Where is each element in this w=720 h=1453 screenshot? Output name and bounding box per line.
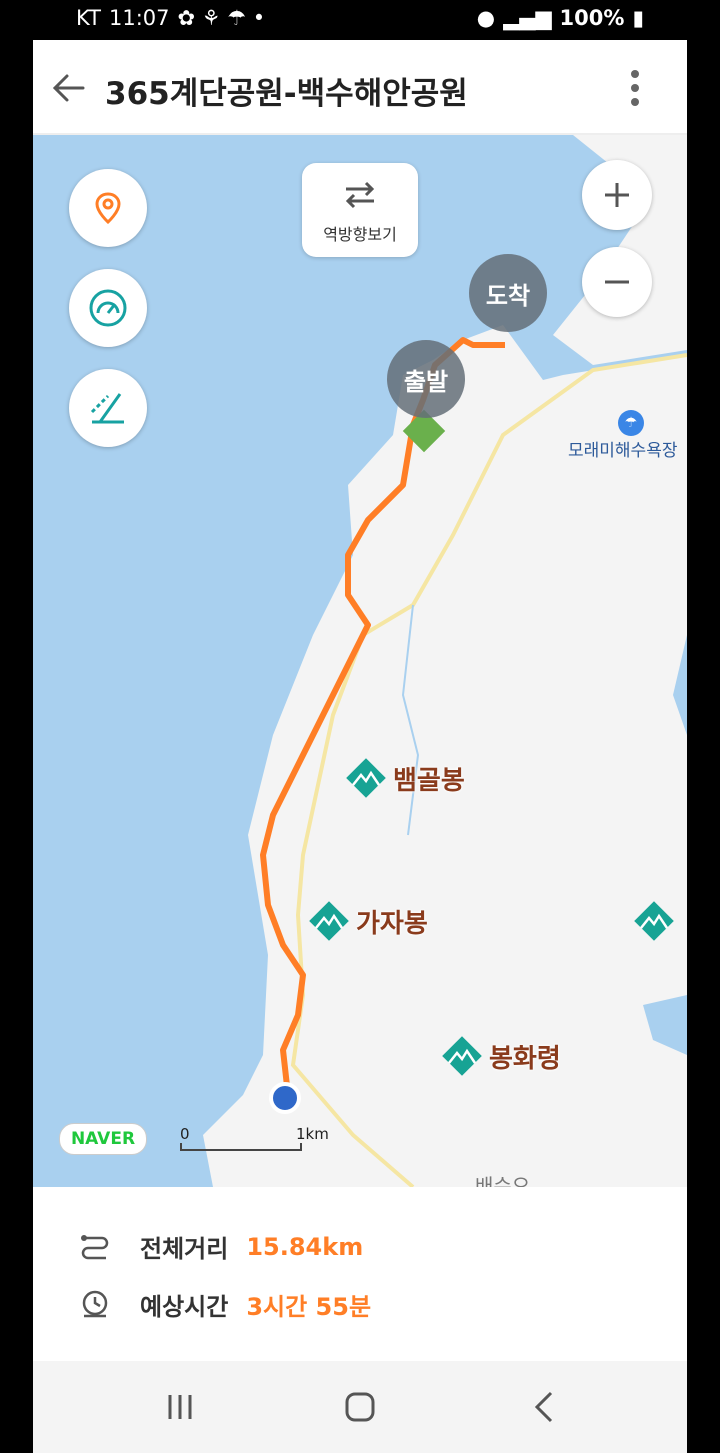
reverse-label: 역방향보기 [323, 225, 397, 244]
peak-name: 뱀골봉 [393, 765, 465, 796]
peak-marker[interactable]: 가자봉 [306, 898, 428, 944]
peak-name: 봉화령 [489, 1043, 561, 1074]
time-row: 예상시간 3시간 55분 [78, 1287, 371, 1322]
slope-button[interactable] [69, 369, 147, 447]
peak-marker-partial[interactable] [631, 898, 677, 944]
back-icon[interactable] [525, 1387, 565, 1427]
beach-name: 모래미해수욕장 [568, 441, 678, 461]
beach-icon: ☂ [618, 410, 644, 436]
plus-icon [605, 183, 629, 207]
swap-arrows-icon [345, 181, 375, 209]
distance-label: 전체거리 [140, 1235, 229, 1263]
route-icon [81, 1234, 109, 1259]
distance-row: 전체거리 15.84km [78, 1229, 363, 1264]
battery-text: 100% [559, 6, 625, 30]
peak-name: 가자봉 [356, 908, 428, 939]
naver-logo: NAVER [59, 1123, 147, 1155]
minus-icon [605, 280, 629, 284]
clock: 11:07 [108, 6, 170, 30]
carrier: KT [76, 6, 101, 30]
peak-marker[interactable]: 봉화령 [439, 1033, 561, 1079]
zoom-in-button[interactable] [582, 160, 652, 230]
start-marker[interactable]: 출발 [387, 340, 465, 418]
route-summary: 전체거리 15.84km 예상시간 3시간 55분 [33, 1187, 687, 1357]
system-nav-bar [33, 1361, 687, 1453]
location-pin-button[interactable] [69, 169, 147, 247]
slope-icon [90, 393, 124, 424]
mountain-icon [346, 758, 386, 798]
end-marker[interactable]: 도착 [469, 254, 547, 332]
reverse-direction-button[interactable]: 역방향보기 [302, 163, 418, 257]
peak-marker[interactable]: 뱀골봉 [343, 755, 465, 801]
map-label-partial: 배수오 [475, 1174, 531, 1187]
map-view[interactable]: 역방향보기 도착 출발 ☂ 모래미해수욕장 뱀골봉 가자봉 봉화령 NAVER … [33, 135, 687, 1187]
speedometer-icon [89, 289, 127, 327]
zoom-out-button[interactable] [582, 247, 652, 317]
notification-icon: ✿ ⚘ ☂ • [177, 6, 266, 30]
scale-bar [180, 1143, 302, 1151]
battery-icon: ▮ [632, 6, 644, 30]
mountain-icon [634, 901, 674, 941]
distance-value: 15.84km [246, 1232, 364, 1261]
page-title: 365계단공원-백수해안공원 [105, 76, 468, 112]
current-location-icon [269, 1082, 301, 1114]
app-window: 365계단공원-백수해안공원 역방향보기 도착 출발 ☂ 모래미해수욕장 뱀골봉… [33, 40, 687, 1453]
mountain-icon [442, 1036, 482, 1076]
location-icon: ● [476, 6, 496, 30]
clock-icon [82, 1290, 108, 1317]
time-label: 예상시간 [140, 1293, 229, 1321]
mountain-icon [309, 901, 349, 941]
recents-icon[interactable] [160, 1387, 200, 1427]
status-bar: KT 11:07 ✿ ⚘ ☂ • ● ▂▄▆ 100% ▮ [0, 0, 720, 40]
more-vertical-icon[interactable] [627, 68, 643, 108]
header: 365계단공원-백수해안공원 [33, 40, 687, 135]
scale-end: 1km [296, 1125, 329, 1143]
speed-button[interactable] [69, 269, 147, 347]
time-value: 3시간 55분 [246, 1293, 372, 1321]
scale-start: 0 [180, 1125, 190, 1143]
map-scale: 0 1km [180, 1125, 329, 1153]
location-pin-icon [95, 192, 121, 225]
beach-label[interactable]: ☂ 모래미해수욕장 [568, 410, 677, 461]
signal-icon: ▂▄▆ [503, 6, 552, 30]
arrow-left-icon[interactable] [49, 68, 89, 108]
home-icon[interactable] [340, 1387, 380, 1427]
